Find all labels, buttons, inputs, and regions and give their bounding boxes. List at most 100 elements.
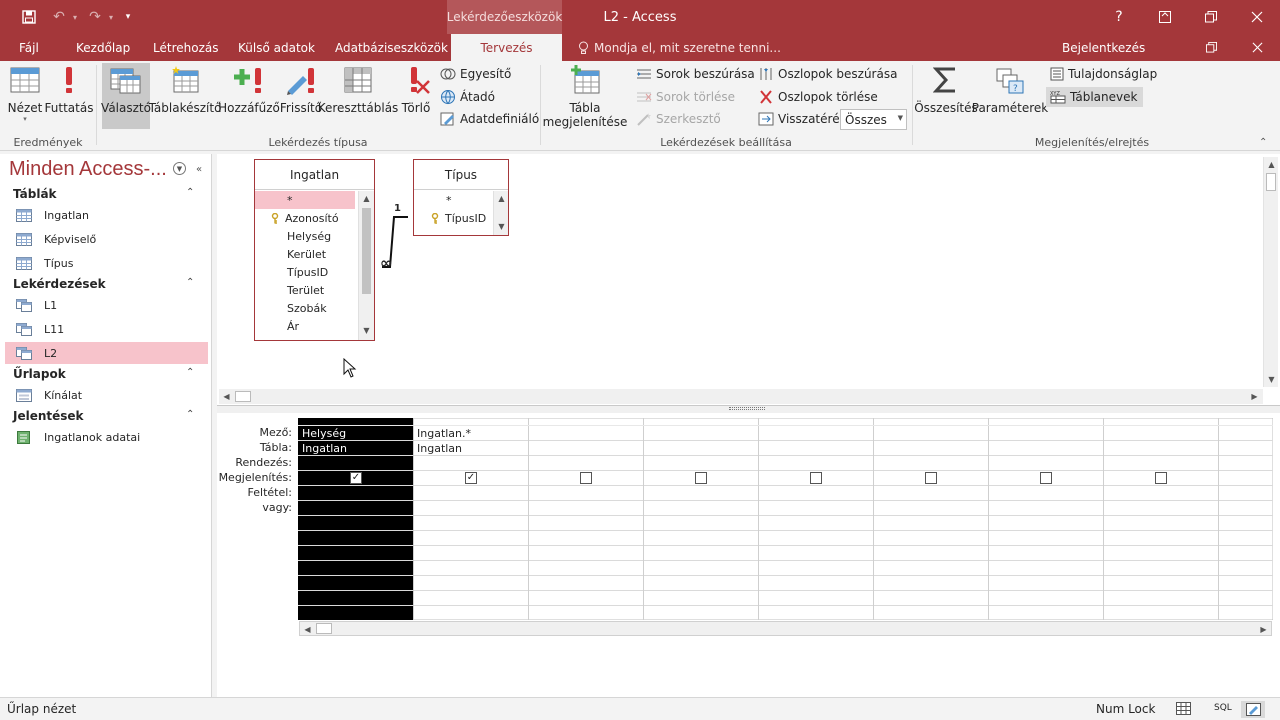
show-checkbox[interactable] xyxy=(1155,472,1167,484)
ribbon-display-options-icon[interactable] xyxy=(1142,0,1188,34)
union-query-button[interactable]: Egyesítő xyxy=(440,64,511,84)
field-item-tipusid[interactable]: TípusID xyxy=(414,209,486,227)
tab-design[interactable]: Tervezés xyxy=(451,34,562,61)
make-table-button[interactable]: Táblakészítő xyxy=(149,63,221,129)
scroll-thumb[interactable] xyxy=(316,623,332,634)
show-checkbox[interactable]: ✓ xyxy=(465,472,477,484)
sql-view-button[interactable]: SQL xyxy=(1214,703,1232,713)
nav-item-l11[interactable]: L11 xyxy=(5,318,208,340)
field-item-all[interactable]: * xyxy=(255,191,355,209)
select-query-button[interactable]: Választó xyxy=(101,63,151,129)
parameters-button[interactable]: ? Paraméterek xyxy=(972,63,1048,129)
show-checkbox[interactable] xyxy=(580,472,592,484)
design-horizontal-scrollbar[interactable]: ◀ ▶ xyxy=(219,389,1263,404)
close-document-icon[interactable] xyxy=(1234,34,1280,61)
field-list-scrollbar[interactable]: ▲ ▼ xyxy=(493,191,508,235)
scroll-up-icon[interactable]: ▲ xyxy=(1264,157,1279,172)
tab-file[interactable]: Fájl xyxy=(19,34,39,61)
scroll-down-icon[interactable]: ▼ xyxy=(494,219,509,234)
field-item-ar[interactable]: Ár xyxy=(255,317,299,335)
insert-columns-button[interactable]: Oszlopok beszúrása xyxy=(758,64,897,84)
run-button[interactable]: Futtatás xyxy=(45,63,93,129)
append-button[interactable]: Hozzáfűző xyxy=(218,63,280,129)
collapse-group-icon[interactable]: ⌃ xyxy=(186,409,194,420)
grid-cell-table[interactable]: Ingatlan xyxy=(302,442,347,455)
view-button[interactable]: Nézet ▾ xyxy=(6,63,44,129)
builder-button[interactable]: Szerkesztő xyxy=(636,109,721,129)
show-checkbox[interactable] xyxy=(810,472,822,484)
query-design-pane[interactable] xyxy=(217,154,1280,409)
nav-pane-title[interactable]: Minden Access-... xyxy=(9,158,167,181)
redo-dropdown-icon[interactable]: ▾ xyxy=(106,0,116,34)
tab-database-tools[interactable]: Adatbáziseszközök xyxy=(335,34,448,61)
field-item-tipusid[interactable]: TípusID xyxy=(255,263,328,281)
nav-item-kepviselo[interactable]: Képviselő xyxy=(5,228,208,250)
delete-rows-button[interactable]: Sorok törlése xyxy=(636,87,735,107)
show-checkbox[interactable]: ✓ xyxy=(350,472,362,484)
grid-cell-field[interactable]: Ingatlan.* xyxy=(417,427,471,440)
tell-me-box[interactable]: Mondja el, mit szeretne tenni... xyxy=(578,34,781,61)
nav-item-l2[interactable]: L2 xyxy=(5,342,208,364)
undo-icon[interactable]: ↶ xyxy=(48,0,70,34)
restore-document-icon[interactable] xyxy=(1188,34,1234,61)
pane-splitter[interactable] xyxy=(217,405,1280,413)
customize-qat-icon[interactable]: ▾ xyxy=(120,0,136,34)
field-list-scrollbar[interactable]: ▲ ▼ xyxy=(358,191,374,340)
delete-query-button[interactable]: Törlő xyxy=(398,63,434,129)
nav-group-reports[interactable]: Jelentések xyxy=(13,409,84,423)
scroll-right-icon[interactable]: ▶ xyxy=(1256,622,1271,637)
field-list-tipus[interactable]: Típus * TípusID ▲ ▼ xyxy=(413,159,509,236)
design-view-button[interactable] xyxy=(1241,701,1265,718)
scroll-thumb[interactable] xyxy=(235,391,251,402)
close-window-icon[interactable] xyxy=(1234,0,1280,34)
scroll-right-icon[interactable]: ▶ xyxy=(1247,389,1262,404)
show-checkbox[interactable] xyxy=(695,472,707,484)
scroll-thumb[interactable] xyxy=(1266,173,1276,191)
show-checkbox[interactable] xyxy=(925,472,937,484)
nav-group-forms[interactable]: Űrlapok xyxy=(13,367,66,381)
field-item-szobak[interactable]: Szobák xyxy=(255,299,327,317)
collapse-group-icon[interactable]: ⌃ xyxy=(186,277,194,288)
help-button[interactable]: ? xyxy=(1096,0,1142,34)
field-item-helyseg[interactable]: Helység xyxy=(255,227,331,245)
save-icon[interactable] xyxy=(16,0,42,34)
data-definition-button[interactable]: Adatdefiniáló xyxy=(440,109,539,129)
totals-button[interactable]: Összesítés xyxy=(914,63,978,129)
scroll-up-icon[interactable]: ▲ xyxy=(494,191,509,206)
undo-dropdown-icon[interactable]: ▾ xyxy=(70,0,80,34)
scroll-down-icon[interactable]: ▼ xyxy=(1264,372,1279,387)
grid-horizontal-scrollbar[interactable]: ◀ ▶ xyxy=(299,621,1272,636)
grid-cell-table[interactable]: Ingatlan xyxy=(417,442,462,455)
nav-menu-chevron-icon[interactable]: ▼ xyxy=(173,162,186,175)
crosstab-button[interactable]: Kereszttáblás xyxy=(318,63,398,129)
redo-icon[interactable]: ↷ xyxy=(84,0,106,34)
design-vertical-scrollbar[interactable]: ▲ ▼ xyxy=(1263,157,1278,387)
tab-create[interactable]: Létrehozás xyxy=(153,34,218,61)
field-item-terulet[interactable]: Terület xyxy=(255,281,324,299)
field-list-ingatlan[interactable]: Ingatlan * Azonosító Helység Kerület Típ… xyxy=(254,159,375,341)
pass-through-button[interactable]: Átadó xyxy=(440,87,495,107)
shutter-bar-close-icon[interactable]: « xyxy=(192,162,206,176)
insert-rows-button[interactable]: Sorok beszúrása xyxy=(636,64,755,84)
datasheet-view-button[interactable] xyxy=(1176,702,1191,718)
show-checkbox[interactable] xyxy=(1040,472,1052,484)
delete-columns-button[interactable]: Oszlopok törlése xyxy=(758,87,878,107)
field-item-azonosito[interactable]: Azonosító xyxy=(255,209,339,227)
nav-item-kinalat[interactable]: Kínálat xyxy=(5,384,208,406)
scroll-left-icon[interactable]: ◀ xyxy=(300,622,315,637)
field-item-kerulet[interactable]: Kerület xyxy=(255,245,326,263)
return-values-combo[interactable]: Összes ▼ xyxy=(840,109,907,130)
field-list-title[interactable]: Típus xyxy=(414,160,508,190)
scroll-thumb[interactable] xyxy=(362,208,371,294)
nav-item-tipus[interactable]: Típus xyxy=(5,252,208,274)
show-table-button[interactable]: Tábla megjelenítése xyxy=(543,63,627,129)
collapse-ribbon-icon[interactable]: ⌃ xyxy=(1259,137,1267,148)
collapse-group-icon[interactable]: ⌃ xyxy=(186,187,194,198)
sign-in-link[interactable]: Bejelentkezés xyxy=(1062,34,1145,61)
property-sheet-button[interactable]: Tulajdonságlap xyxy=(1050,64,1157,84)
table-names-button[interactable]: XYZ Táblanevek xyxy=(1046,87,1144,107)
scroll-left-icon[interactable]: ◀ xyxy=(219,389,234,404)
nav-group-queries[interactable]: Lekérdezések xyxy=(13,277,106,291)
nav-item-ingatlan[interactable]: Ingatlan xyxy=(5,204,208,226)
field-item-all[interactable]: * xyxy=(414,191,452,209)
